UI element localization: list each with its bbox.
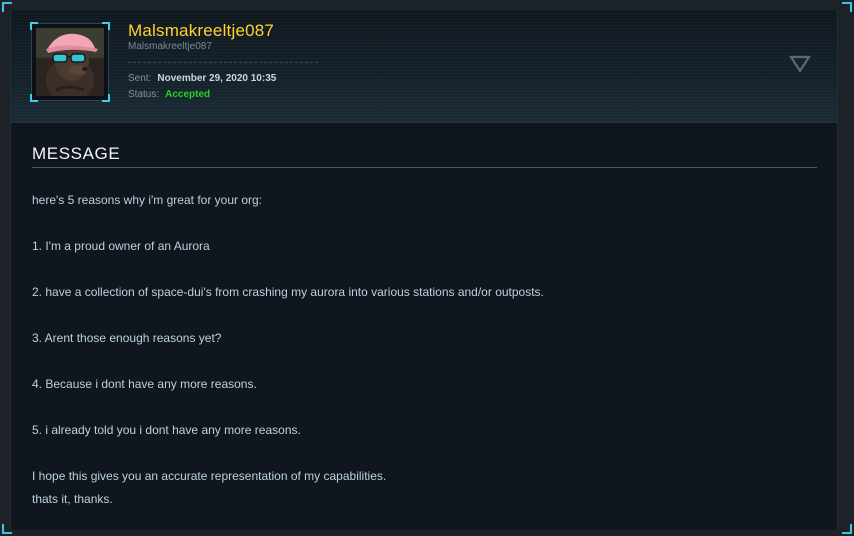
message-line [32, 446, 812, 469]
avatar-frame[interactable] [30, 22, 110, 102]
message-line: 1. I'm a proud owner of an Aurora [32, 239, 210, 253]
status-badge: Accepted [165, 89, 211, 100]
frame-corner-top-right [842, 2, 852, 12]
message-line: 4. Because i dont have any more reasons. [32, 377, 257, 391]
sent-date: November 29, 2020 10:35 [157, 73, 277, 84]
application-panel: Malsmakreeltje087 Malsmakreeltje087 Sent… [10, 10, 838, 530]
message-line: 2. have a collection of space-dui's from… [32, 285, 544, 299]
status-label: Status: [128, 89, 160, 100]
message-line [32, 308, 812, 331]
message-section-title: MESSAGE [32, 144, 121, 163]
message-line: I hope this gives you an accurate repres… [32, 469, 387, 483]
section-divider [32, 167, 817, 168]
message-line: 5. i already told you i dont have any mo… [32, 423, 301, 437]
application-frame: Malsmakreeltje087 Malsmakreeltje087 Sent… [0, 0, 854, 536]
applicant-handle: Malsmakreeltje087 [128, 41, 212, 52]
avatar-image [36, 28, 104, 96]
message-line: thats it, thanks. [32, 492, 113, 506]
message-body: here's 5 reasons why i'm great for your … [32, 193, 812, 515]
sent-label: Sent: [128, 73, 152, 84]
message-line [32, 354, 812, 377]
sent-row: Sent: November 29, 2020 10:35 [128, 73, 276, 84]
header-divider [128, 62, 318, 63]
chevron-down-icon[interactable] [788, 54, 812, 74]
applicant-header: Malsmakreeltje087 Malsmakreeltje087 Sent… [11, 10, 837, 123]
frame-corner-bottom-right [842, 524, 852, 534]
message-line: here's 5 reasons why i'm great for your … [32, 193, 263, 207]
message-line [32, 400, 812, 423]
applicant-username[interactable]: Malsmakreeltje087 [128, 21, 274, 41]
status-row: Status: Accepted [128, 89, 210, 100]
message-line [32, 216, 812, 239]
avatar [36, 28, 104, 96]
message-line: 3. Arent those enough reasons yet? [32, 331, 222, 345]
message-line [32, 262, 812, 285]
